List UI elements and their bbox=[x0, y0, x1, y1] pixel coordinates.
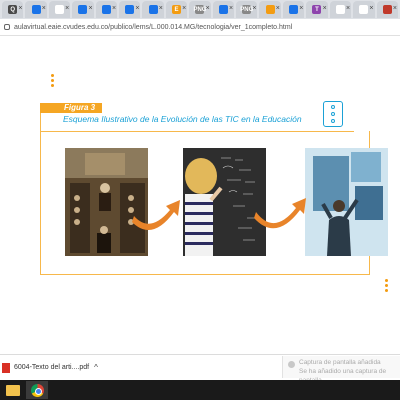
red-icon bbox=[382, 5, 392, 14]
doc-icon bbox=[218, 5, 228, 14]
multi-icon bbox=[265, 5, 275, 14]
chrome-button[interactable] bbox=[26, 381, 48, 399]
browser-tab[interactable]: × bbox=[329, 1, 352, 18]
q-icon: Q bbox=[8, 5, 18, 14]
browser-tab[interactable]: × bbox=[212, 1, 235, 18]
close-icon[interactable]: × bbox=[112, 5, 116, 12]
lock-icon bbox=[4, 24, 10, 30]
doc-icon bbox=[101, 5, 111, 14]
close-icon[interactable]: × bbox=[393, 5, 397, 12]
doc-icon bbox=[289, 5, 299, 14]
toast-title: Captura de pantalla añadida bbox=[299, 359, 381, 366]
e-icon: E bbox=[172, 5, 182, 14]
page-content: Figura 3 Esquema Ilustrativo de la Evolu… bbox=[0, 36, 400, 354]
browser-tab[interactable]: × bbox=[48, 1, 71, 18]
dots-decoration bbox=[51, 74, 55, 89]
figure-label: Figura 3 bbox=[40, 103, 102, 113]
close-icon[interactable]: × bbox=[276, 5, 280, 12]
browser-tab[interactable]: T × bbox=[306, 1, 328, 18]
address-bar[interactable]: aulavirtual.eaie.cvudes.edu.co/publico/l… bbox=[0, 19, 400, 36]
doc-icon bbox=[78, 5, 88, 14]
browser-tab[interactable]: × bbox=[95, 1, 118, 18]
doc-icon bbox=[359, 5, 369, 14]
close-icon[interactable]: × bbox=[159, 5, 163, 12]
doc-icon bbox=[125, 5, 135, 14]
close-icon[interactable]: × bbox=[182, 5, 186, 12]
doc-icon bbox=[148, 5, 158, 14]
browser-tab[interactable]: E × bbox=[165, 1, 188, 18]
close-icon[interactable]: × bbox=[252, 5, 256, 12]
url-text[interactable]: aulavirtual.eaie.cvudes.edu.co/publico/l… bbox=[14, 24, 292, 31]
chevron-up-icon[interactable]: ^ bbox=[94, 363, 98, 372]
figure-icon[interactable] bbox=[323, 101, 343, 127]
figure-caption: Esquema Ilustrativo de la Evolución de l… bbox=[63, 114, 302, 124]
browser-tab[interactable]: × bbox=[142, 1, 164, 18]
close-icon[interactable]: × bbox=[18, 5, 22, 12]
chrome-icon bbox=[30, 383, 44, 397]
browser-tab[interactable]: × bbox=[25, 1, 47, 18]
download-file-name[interactable]: 6004-Texto del arti....pdf bbox=[14, 364, 89, 371]
close-icon[interactable]: × bbox=[65, 5, 69, 12]
close-icon[interactable]: × bbox=[42, 5, 46, 12]
pdf-file-icon bbox=[2, 362, 10, 373]
close-icon[interactable]: × bbox=[206, 5, 210, 12]
close-icon[interactable]: × bbox=[323, 5, 327, 12]
close-icon[interactable]: × bbox=[135, 5, 139, 12]
browser-tab[interactable]: × bbox=[119, 1, 141, 18]
browser-tab[interactable]: × bbox=[376, 1, 398, 18]
t-icon: T bbox=[312, 5, 322, 14]
frame-line bbox=[40, 131, 354, 132]
tab-strip: Q × × × × × × × E × PNG × × PNG × × × T × × × × bbox=[0, 0, 400, 19]
browser-tab[interactable]: × bbox=[353, 1, 375, 18]
browser-tab[interactable]: × bbox=[282, 1, 305, 18]
close-icon[interactable]: × bbox=[369, 5, 373, 12]
dots-decoration bbox=[385, 279, 389, 294]
close-icon[interactable]: × bbox=[89, 5, 93, 12]
close-icon[interactable]: × bbox=[346, 5, 350, 12]
arrow-right-icon bbox=[254, 198, 306, 229]
browser-tab[interactable]: Q × bbox=[2, 1, 24, 18]
browser-tab[interactable]: PNG × bbox=[189, 1, 211, 18]
doc-icon bbox=[31, 5, 41, 14]
file-explorer-button[interactable] bbox=[2, 381, 24, 399]
png-icon: PNG bbox=[240, 5, 254, 14]
browser-tab[interactable]: × bbox=[72, 1, 94, 18]
doc-icon bbox=[55, 5, 65, 14]
screenshot-toast[interactable]: Captura de pantalla añadida Se ha añadid… bbox=[282, 356, 400, 384]
check-icon bbox=[288, 361, 295, 368]
taskbar bbox=[0, 380, 400, 400]
doc-icon bbox=[335, 5, 345, 14]
frame-line bbox=[40, 274, 370, 275]
browser-tab[interactable]: PNG × bbox=[236, 1, 258, 18]
arrow-right-icon bbox=[132, 200, 180, 230]
frame-line bbox=[40, 104, 41, 274]
png-icon: PNG bbox=[193, 5, 207, 14]
folder-icon bbox=[6, 384, 20, 396]
browser-tab[interactable]: × bbox=[259, 1, 281, 18]
close-icon[interactable]: × bbox=[299, 5, 303, 12]
close-icon[interactable]: × bbox=[229, 5, 233, 12]
person-touchscreen-image bbox=[305, 148, 388, 256]
